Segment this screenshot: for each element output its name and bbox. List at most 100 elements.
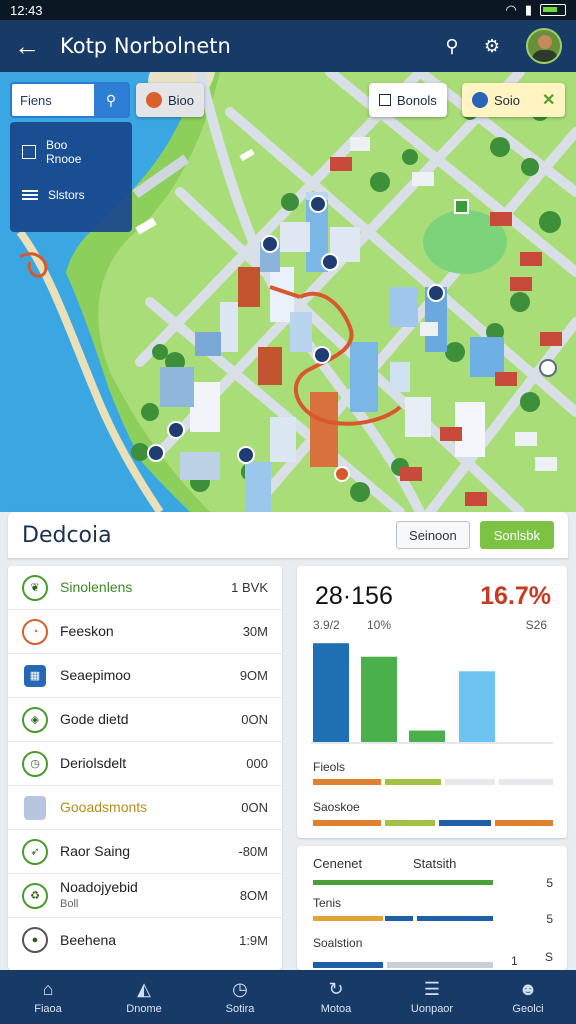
row-value: 5 bbox=[546, 876, 553, 890]
dashboard-title: Dedcoia bbox=[22, 522, 112, 548]
list-item[interactable]: ❦ Sinolenlens 1 BVK bbox=[8, 566, 282, 610]
wifi-icon: ◠ bbox=[505, 2, 517, 17]
map-chip-label: Bioo bbox=[168, 92, 195, 108]
shield-icon: ◈ bbox=[22, 706, 48, 733]
bar-chart bbox=[311, 643, 553, 744]
nav-item-home[interactable]: ⌂ Fiaoa bbox=[0, 970, 96, 1024]
list-item-value: 0ON bbox=[241, 800, 268, 815]
list-item[interactable]: ♻ Noadojyebid Boll 8OM bbox=[8, 874, 282, 918]
timer-icon: ◔ bbox=[22, 618, 48, 645]
nav-item-map[interactable]: ◭ Dnome bbox=[96, 970, 192, 1024]
row-mid-value: 1 bbox=[511, 954, 518, 968]
layer-option-boo[interactable]: Boo Rnooe bbox=[22, 138, 120, 166]
person-pin-icon[interactable]: ⚲ bbox=[432, 36, 472, 57]
location-dot-icon bbox=[146, 92, 162, 108]
back-arrow-icon[interactable]: ← bbox=[14, 31, 46, 62]
layer-option-slstors[interactable]: Slstors bbox=[22, 188, 120, 202]
status-time: 12:43 bbox=[10, 2, 43, 18]
list-item-value: 000 bbox=[246, 756, 268, 771]
list-item-value: 30M bbox=[242, 624, 268, 639]
leaf-icon: ❦ bbox=[22, 574, 48, 601]
row-value: S bbox=[544, 950, 553, 964]
row-value: 5 bbox=[546, 912, 553, 926]
clock-icon: ◷ bbox=[22, 750, 48, 777]
signal-icon: ▮ bbox=[524, 2, 532, 17]
progress-bar-b bbox=[313, 820, 553, 826]
progress-bar bbox=[313, 880, 493, 885]
list-item-label: Deriolsdelt bbox=[60, 755, 127, 771]
search-icon[interactable]: ⚲ bbox=[94, 84, 128, 116]
list-item-value: -80M bbox=[238, 844, 268, 859]
nav-label: Motoa bbox=[320, 1003, 352, 1015]
row-label: Soalstion bbox=[313, 936, 363, 950]
list-item-label: Gode dietd bbox=[60, 711, 129, 727]
recycle-icon: ♻ bbox=[22, 882, 48, 909]
list-item[interactable]: ▦ Seaepimoo 9OM bbox=[8, 654, 282, 698]
map-chip-label: Soio bbox=[494, 92, 521, 108]
grid-icon: ▦ bbox=[24, 664, 46, 687]
stats-percent: 16.7% bbox=[480, 582, 551, 610]
document-icon bbox=[24, 795, 46, 820]
list-item-value: 9OM bbox=[239, 668, 268, 683]
map-search[interactable]: Fiens ⚲ bbox=[10, 82, 130, 118]
settings-icon[interactable]: ⚙ bbox=[472, 36, 512, 57]
refresh-icon: ↻ bbox=[328, 978, 344, 999]
list-item-label: Raor Saing bbox=[60, 843, 131, 859]
map-chip-label: Bonols bbox=[397, 92, 437, 108]
primary-button[interactable]: Sonlsbk bbox=[479, 521, 554, 549]
secondary-button[interactable]: Seinoon bbox=[396, 521, 470, 549]
square-icon bbox=[22, 145, 36, 159]
list-item-label: Noadojyebid bbox=[60, 878, 138, 895]
list-item[interactable]: ➶ Raor Saing -80M bbox=[8, 830, 282, 874]
compass-icon: ➶ bbox=[22, 838, 48, 865]
progress-bar bbox=[313, 916, 493, 921]
bottom-navigation: ⌂ Fiaoa ◭ Dnome ◷ Sotira ↻ Motoa ☰ Uonpa… bbox=[0, 970, 576, 1024]
list-item-label: Sinolenlens bbox=[60, 579, 133, 595]
layer-panel[interactable]: Boo Rnooe Slstors bbox=[10, 122, 132, 232]
close-icon[interactable]: ✕ bbox=[542, 90, 555, 110]
list-item-text: Noadojyebid Boll bbox=[60, 878, 240, 912]
people-icon: ☻ bbox=[518, 978, 538, 999]
list-item[interactable]: ◷ Deriolsdelt 000 bbox=[8, 742, 282, 786]
nav-item-refresh[interactable]: ↻ Motoa bbox=[288, 970, 384, 1024]
map-chip-bioo[interactable]: Bioo bbox=[136, 83, 205, 117]
map-icon: ◭ bbox=[137, 978, 151, 999]
clock-icon: ◷ bbox=[232, 978, 248, 999]
map-chip-bonols[interactable]: Bonols bbox=[369, 83, 447, 117]
progress-bar-a bbox=[313, 779, 553, 785]
menu-lines-icon bbox=[22, 190, 38, 200]
row-label: Tenis bbox=[313, 896, 342, 910]
nav-label: Dnome bbox=[126, 1003, 162, 1015]
bar-C bbox=[409, 730, 445, 742]
map-chip-soio[interactable]: Soio ✕ bbox=[462, 83, 566, 117]
stats-detail-card: Cenenet Statsith 5 Tenis 5 Soalstion 1 S bbox=[297, 846, 567, 970]
list-item[interactable]: ◔ Feeskon 30M bbox=[8, 610, 282, 654]
list-item-value: 8OM bbox=[239, 888, 268, 903]
list-item-value: 1 BVK bbox=[231, 580, 268, 595]
list-item[interactable]: ◈ Gode dietd 0ON bbox=[8, 698, 282, 742]
layer-label: Boo bbox=[46, 138, 68, 152]
list-item[interactable]: Gooadsmonts 0ON bbox=[8, 786, 282, 830]
bar-D bbox=[459, 671, 495, 742]
location-dot-icon bbox=[472, 92, 488, 108]
app-header: ← Kotp Norbolnetn ⚲ ⚙ bbox=[0, 20, 576, 72]
layer-label: Slstors bbox=[48, 188, 85, 202]
stats-label-b: Saoskoe bbox=[313, 800, 360, 814]
list-item-sub: Boll bbox=[60, 897, 79, 910]
layer-label: Rnooe bbox=[46, 152, 82, 166]
bar-A bbox=[313, 643, 349, 742]
nav-label: Fiaoa bbox=[34, 1003, 62, 1015]
list-icon: ☰ bbox=[423, 978, 441, 999]
nav-item-clock[interactable]: ◷ Sotira bbox=[192, 970, 288, 1024]
list-item[interactable]: ● Beehena 1:9M bbox=[8, 918, 282, 962]
column-header: Cenenet bbox=[313, 856, 363, 871]
nav-item-people[interactable]: ☻ Geolci bbox=[480, 970, 576, 1024]
list-item-label: Feeskon bbox=[60, 623, 114, 639]
page-title: Kotp Norbolnetn bbox=[60, 34, 231, 58]
nav-item-list[interactable]: ☰ Uonpaor bbox=[384, 970, 480, 1024]
list-item-value: 1:9M bbox=[239, 932, 268, 948]
progress-bar bbox=[313, 962, 493, 968]
map-search-label: Fiens bbox=[20, 92, 52, 108]
avatar[interactable] bbox=[526, 28, 562, 64]
home-icon: ⌂ bbox=[42, 978, 54, 999]
